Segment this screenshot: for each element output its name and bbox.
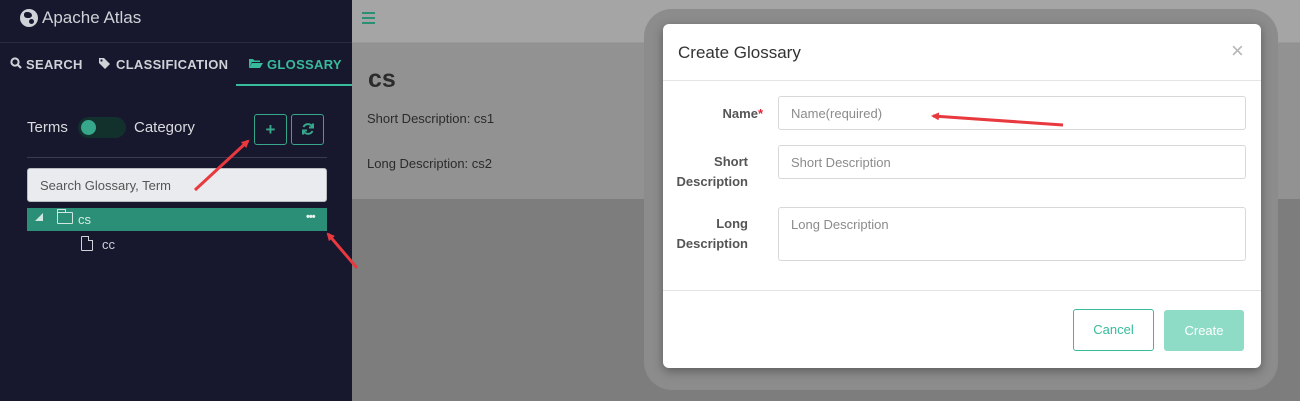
switch-knob [81,120,96,135]
file-icon [81,235,94,251]
page-title: cs [368,65,396,93]
globe-icon [20,9,38,27]
long-description-label: Long Description [676,216,748,251]
short-description-field[interactable] [778,145,1246,179]
tab-classification-label: CLASSIFICATION [116,57,229,72]
tree-node-label: cs [78,212,91,227]
glossary-search-input[interactable] [27,168,327,202]
modal-footer-divider [663,290,1261,291]
refresh-icon [301,121,315,138]
sidebar-tabs: SEARCH CLASSIFICATION GLOSSARY [0,44,352,86]
create-glossary-modal: Create Glossary × Name* ShortDescription… [663,24,1261,368]
close-icon[interactable]: × [1231,38,1244,64]
folder-icon [56,209,73,224]
tab-search[interactable]: SEARCH [10,44,83,86]
more-options-icon[interactable]: ••• [306,211,316,223]
toggle-label-terms: Terms [27,119,68,136]
tab-glossary-label: GLOSSARY [267,57,342,72]
add-glossary-button[interactable]: + [254,114,287,145]
tags-icon [98,44,112,86]
toggle-label-category: Category [134,119,195,136]
short-description-label: Short Description [676,154,748,189]
tab-classification[interactable]: CLASSIFICATION [98,44,228,86]
refresh-button[interactable] [291,114,324,145]
app-title: Apache Atlas [42,8,142,27]
terms-category-switch[interactable] [78,117,126,138]
create-button[interactable]: Create [1164,310,1244,351]
caret-expanded-icon[interactable] [35,213,43,221]
short-description-text: Short Description: cs1 [367,111,495,126]
name-label: Name* [722,106,763,121]
terms-category-toggle-row: Terms Category + [27,114,327,145]
search-icon [10,44,22,86]
brand-header: Apache Atlas [0,0,352,43]
sidebar-divider [27,157,327,158]
required-mark: * [757,106,763,121]
long-description-field[interactable] [778,207,1246,261]
tab-glossary[interactable]: GLOSSARY [236,44,352,86]
cancel-button[interactable]: Cancel [1073,309,1154,351]
folder-open-icon [248,44,263,86]
name-field[interactable] [778,96,1246,130]
tree-node-cc[interactable]: cc [102,237,115,252]
hamburger-menu-icon[interactable] [362,12,375,24]
long-description-text: Long Description: cs2 [367,156,493,171]
sidebar: Apache Atlas SEARCH CLASSIFICATION GLOSS… [0,0,352,401]
tab-search-label: SEARCH [26,57,83,72]
modal-header-divider [663,80,1261,81]
modal-title: Create Glossary [678,43,801,62]
tree-node-cs[interactable]: cs ••• [27,208,327,231]
